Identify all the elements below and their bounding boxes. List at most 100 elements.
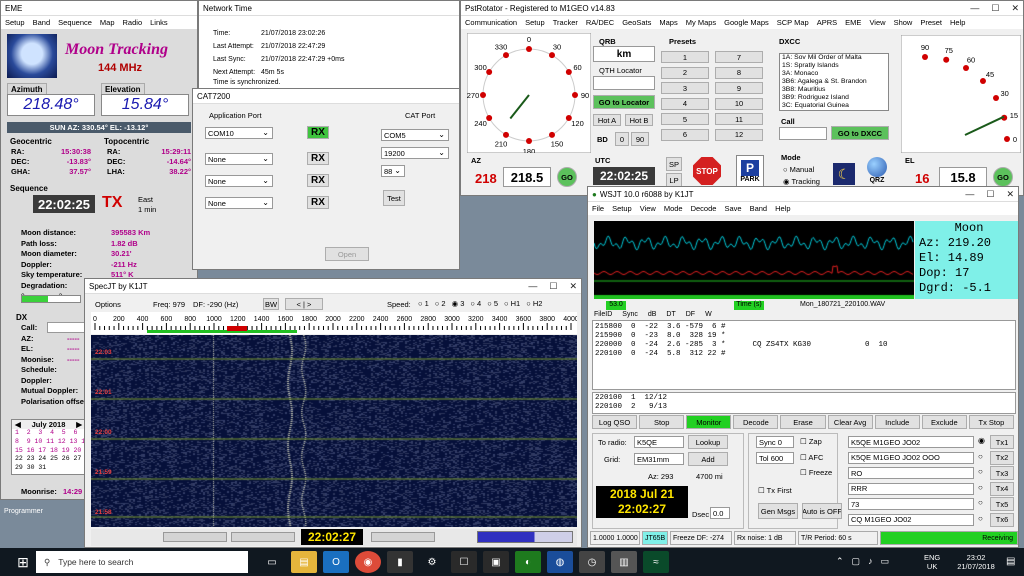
auto-button[interactable]: Auto is OFF xyxy=(802,503,842,519)
speed-radio[interactable]: ○ 2 xyxy=(435,299,446,308)
tx-radio[interactable]: ○ xyxy=(978,483,983,492)
sync-spinner[interactable]: Sync 0 xyxy=(756,436,794,448)
language-indicator[interactable]: ENG UK xyxy=(924,553,940,571)
tx-button[interactable]: Tx6 xyxy=(990,512,1014,527)
goto-dxcc-button[interactable]: GO to DXCC xyxy=(831,126,889,140)
tx-message-input[interactable]: K5QE M1GEO JO02 xyxy=(848,436,974,448)
wsjt-exclude-button[interactable]: Exclude xyxy=(921,415,967,429)
tx-button[interactable]: Tx1 xyxy=(990,435,1014,449)
preset-button[interactable]: 4 xyxy=(661,97,709,110)
dxcc-item[interactable]: 3B6: Agalega & St. Brandon xyxy=(782,78,888,86)
preset-button[interactable]: 2 xyxy=(661,66,709,79)
moon-icon[interactable]: ☾ xyxy=(833,163,855,185)
app-port-select[interactable]: None xyxy=(205,197,273,209)
lookup-button[interactable]: Lookup xyxy=(688,435,728,449)
pst-titlebar[interactable]: PstRotator - Registered to M1GEO v14.83 —… xyxy=(461,1,1023,16)
wsjt-taskbar-icon[interactable]: ◐ xyxy=(515,551,541,573)
eme-menu-item[interactable]: Radio xyxy=(123,18,143,27)
grid-input[interactable]: EM31mm xyxy=(634,453,684,465)
speed-radio[interactable]: ○ 1 xyxy=(418,299,429,308)
qth-locator-input[interactable] xyxy=(593,76,655,90)
freeze-checkbox[interactable]: ☐ Freeze xyxy=(800,468,832,477)
eme-menu-item[interactable]: Band xyxy=(33,18,51,27)
add-button[interactable]: Add xyxy=(688,452,728,466)
tx-button[interactable]: Tx2 xyxy=(990,450,1014,465)
next-month-icon[interactable]: ▶ xyxy=(76,420,82,429)
el-set-input[interactable]: 15.8 xyxy=(939,167,987,187)
clock-taskbar-icon[interactable]: ◷ xyxy=(579,551,605,573)
hot-a-button[interactable]: Hot A xyxy=(593,114,621,126)
cat-baud-select[interactable]: 19200 xyxy=(381,147,449,159)
pst-menu-item[interactable]: Google Maps xyxy=(724,18,769,27)
spec-slider-2[interactable] xyxy=(231,532,295,542)
wsjt-menu-item[interactable]: Save xyxy=(724,204,741,213)
speed-radio[interactable]: ○ 5 xyxy=(487,299,498,308)
minimize-icon[interactable]: — xyxy=(965,189,974,200)
chevron-up-icon[interactable]: ⌃ xyxy=(836,556,844,567)
tx-radio[interactable]: ○ xyxy=(978,514,983,523)
open-button[interactable]: Open xyxy=(325,247,369,261)
pst-menu-item[interactable]: RA/DEC xyxy=(586,18,614,27)
stop-button[interactable]: STOP xyxy=(693,157,721,185)
pst-menu-item[interactable]: SCP Map xyxy=(777,18,809,27)
tracking-radio[interactable]: ◉ Tracking xyxy=(783,177,820,186)
tx-first-checkbox[interactable]: ☐ Tx First xyxy=(758,486,792,495)
tx-radio[interactable]: ◉ xyxy=(978,436,985,445)
pst-menu-item[interactable]: My Maps xyxy=(686,18,716,27)
pst-menu-item[interactable]: Help xyxy=(950,18,965,27)
goto-locator-button[interactable]: GO to Locator xyxy=(593,95,655,109)
pst-menu-item[interactable]: Tracker xyxy=(553,18,578,27)
preset-button[interactable]: 7 xyxy=(715,51,763,63)
preset-button[interactable]: 6 xyxy=(661,128,709,141)
speed-radio[interactable]: ○ 4 xyxy=(470,299,481,308)
bd-90-button[interactable]: 90 xyxy=(631,132,649,146)
spec-titlebar[interactable]: SpecJT by K1JT — ☐ ✕ xyxy=(85,279,581,294)
calendar-week[interactable]: 8 9 10 11 12 13 14 xyxy=(12,438,89,447)
tx-button[interactable]: Tx3 xyxy=(990,466,1014,480)
maximize-icon[interactable]: ☐ xyxy=(986,189,994,200)
average-line[interactable]: 220100 2 9/13 xyxy=(595,403,1013,412)
tx-button[interactable]: Tx4 xyxy=(990,481,1014,496)
settings-icon[interactable]: ⚙ xyxy=(419,551,445,573)
preset-button[interactable]: 11 xyxy=(715,113,763,125)
eme-menu-item[interactable]: Setup xyxy=(5,18,25,27)
manual-radio[interactable]: ○ Manual xyxy=(783,165,814,174)
wsjt-menu-item[interactable]: Help xyxy=(775,204,790,213)
preset-button[interactable]: 3 xyxy=(661,82,709,94)
spec-options-menu[interactable]: Options xyxy=(95,300,121,309)
call-input[interactable] xyxy=(779,127,827,140)
terminal-icon[interactable]: ▮ xyxy=(387,551,413,573)
tx-radio[interactable]: ○ xyxy=(978,452,983,461)
average-line[interactable]: 220100 1 12/12 xyxy=(595,394,1013,403)
minimize-icon[interactable]: — xyxy=(970,3,979,14)
windows-start-icon[interactable]: ⊞ xyxy=(10,551,36,573)
cat-com-select[interactable]: COM5 xyxy=(381,129,449,141)
speed-radio[interactable]: ○ H2 xyxy=(526,299,542,308)
wsjt-tx-stop-button[interactable]: Tx Stop xyxy=(968,415,1014,429)
gen-msgs-button[interactable]: Gen Msgs xyxy=(758,503,798,519)
tx-radio[interactable]: ○ xyxy=(978,467,983,476)
eme-titlebar[interactable]: EME xyxy=(1,1,197,16)
zap-checkbox[interactable]: ☐ Zap xyxy=(800,437,822,446)
tx-message-input[interactable]: CQ M1GEO JO02 xyxy=(848,513,974,526)
decode-line[interactable]: 220000 0 -24 2.6 -285 3 * CQ ZS4TX KG30 … xyxy=(595,341,1013,350)
task-view-icon[interactable]: ▭ xyxy=(259,551,285,573)
tx-message-input[interactable]: 73 xyxy=(848,498,974,510)
maximize-icon[interactable]: ☐ xyxy=(991,3,999,14)
prev-month-icon[interactable]: ◀ xyxy=(15,420,21,429)
average-text[interactable]: 220100 1 12/12 220100 2 9/13 xyxy=(592,392,1016,414)
app-port-select[interactable]: None xyxy=(205,153,273,165)
az-go-button[interactable]: GO xyxy=(557,167,577,187)
pst-menu-item[interactable]: Preset xyxy=(920,18,942,27)
maximize-icon[interactable]: ☐ xyxy=(549,281,557,292)
wsjt-monitor-button[interactable]: Monitor xyxy=(686,415,732,429)
wsjt-stop-button[interactable]: Stop xyxy=(639,415,685,429)
tol-spinner[interactable]: Tol 600 xyxy=(756,452,794,464)
bd-0-button[interactable]: 0 xyxy=(615,132,629,146)
tx-message-input[interactable]: RRR xyxy=(848,482,974,495)
preset-button[interactable]: 5 xyxy=(661,113,709,125)
wsjt-titlebar[interactable]: ● WSJT 10.0 r6088 by K1JT — ☐ ✕ xyxy=(588,187,1018,202)
wsjt-include-button[interactable]: Include xyxy=(874,415,920,429)
wsjt-menu-item[interactable]: File xyxy=(592,204,604,213)
calendar[interactable]: ◀ July 2018 ▶ 1 2 3 4 5 6 78 9 10 11 12 13 … xyxy=(11,419,93,475)
